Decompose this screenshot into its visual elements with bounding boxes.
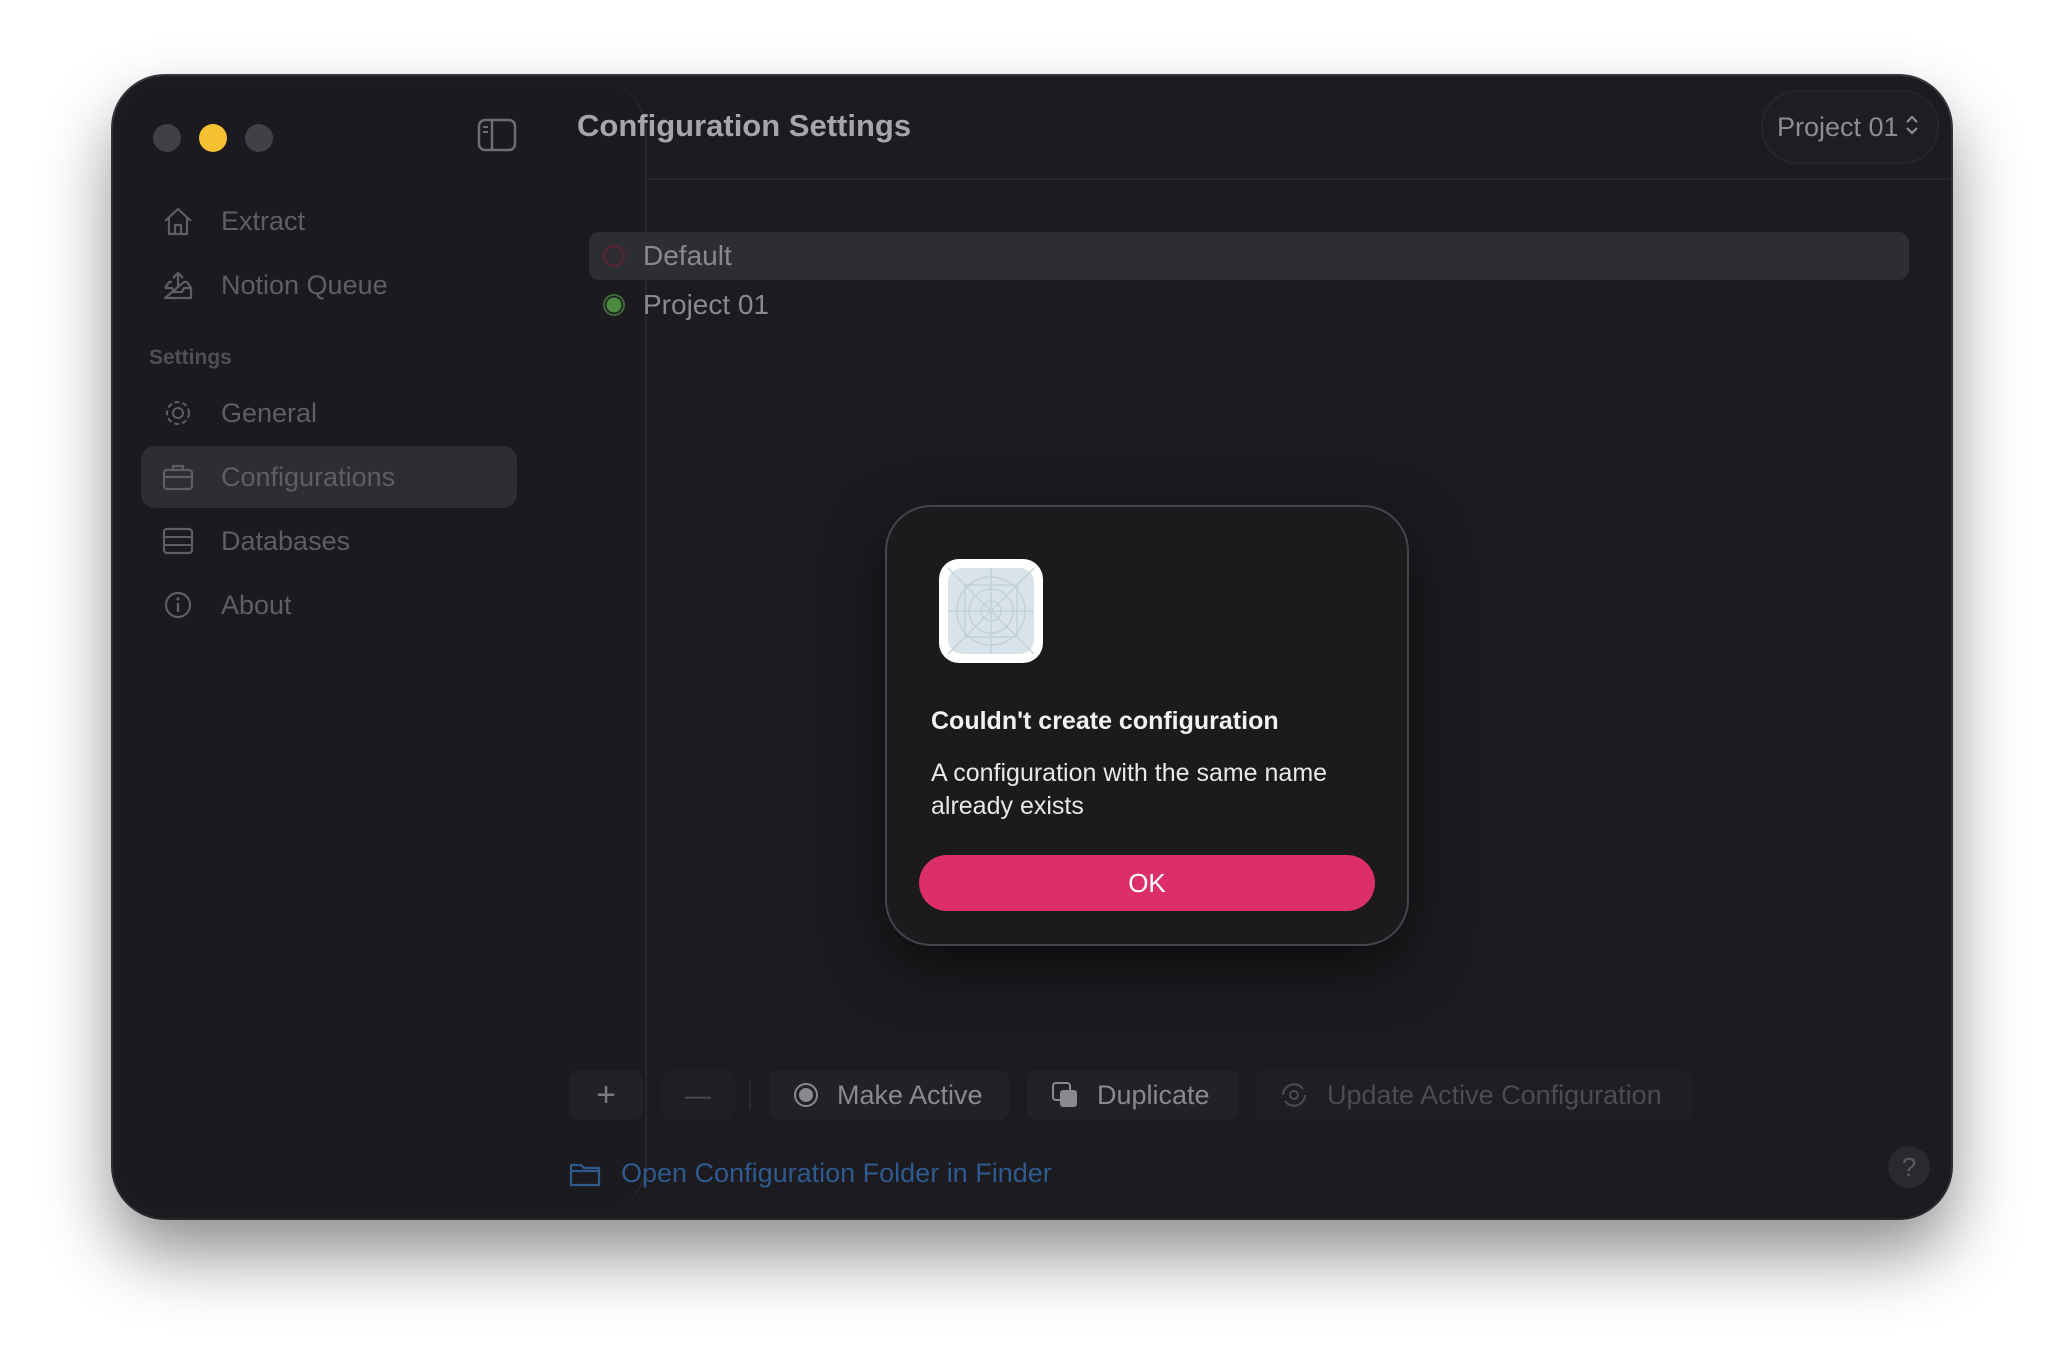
header-divider (647, 178, 1951, 180)
gear-icon (161, 396, 195, 430)
sidebar-toggle-icon[interactable] (477, 118, 517, 152)
config-row-project-01[interactable]: Project 01 (589, 281, 1909, 329)
sidebar-item-general[interactable]: General (141, 382, 517, 444)
close-window-button[interactable] (153, 124, 181, 152)
sidebar-item-configurations[interactable]: Configurations (141, 446, 517, 508)
sidebar-item-label: Configurations (221, 461, 396, 492)
config-name: Default (643, 240, 732, 271)
make-active-button[interactable]: Make Active (769, 1070, 1009, 1120)
config-name: Project 01 (643, 289, 770, 320)
dialog-title: Couldn't create configuration (931, 707, 1279, 735)
help-button[interactable]: ? (1888, 1146, 1930, 1188)
project-picker-label: Project 01 (1777, 111, 1899, 142)
briefcase-icon (161, 460, 195, 494)
duplicate-icon (1051, 1081, 1079, 1109)
duplicate-button[interactable]: Duplicate (1027, 1070, 1239, 1120)
app-window: Extract Notion Queue Settings General Co… (113, 76, 1951, 1218)
open-config-folder-link[interactable]: Open Configuration Folder in Finder (569, 1158, 1052, 1189)
project-picker[interactable]: Project 01 (1761, 90, 1939, 164)
minimize-window-button[interactable] (199, 124, 227, 152)
database-icon (161, 524, 195, 558)
radio-filled-icon (793, 1082, 819, 1108)
maximize-window-button[interactable] (245, 124, 273, 152)
app-icon (939, 559, 1043, 663)
info-icon (161, 588, 195, 622)
sidebar-section-settings: Settings (149, 346, 232, 369)
remove-config-button[interactable]: — (661, 1070, 735, 1120)
sidebar-item-about[interactable]: About (141, 574, 517, 636)
house-icon (161, 204, 195, 238)
folder-icon (569, 1161, 601, 1187)
sidebar-item-databases[interactable]: Databases (141, 510, 517, 572)
sidebar-item-extract[interactable]: Extract (141, 190, 517, 252)
page-title: Configuration Settings (577, 108, 912, 143)
tray-upload-icon (161, 268, 195, 302)
dialog-message: A configuration with the same name alrea… (931, 759, 1328, 820)
sidebar-item-label: Databases (221, 525, 351, 556)
sidebar-item-label: Extract (221, 205, 306, 236)
chevron-up-down-icon (1905, 112, 1919, 143)
config-row-default[interactable]: Default (589, 232, 1909, 280)
sync-icon (1279, 1081, 1309, 1109)
error-dialog: Couldn't create configuration A configur… (887, 507, 1407, 944)
add-config-button[interactable]: + (569, 1070, 643, 1120)
sidebar-item-label: About (221, 589, 292, 620)
sidebar: Extract Notion Queue Settings General Co… (121, 84, 647, 1210)
sidebar-item-label: General (221, 397, 318, 428)
inactive-radio-icon[interactable] (603, 245, 625, 267)
ok-button[interactable]: OK (919, 855, 1375, 911)
toolbar-separator (749, 1080, 751, 1110)
update-active-configuration-button[interactable]: Update Active Configuration (1255, 1070, 1693, 1120)
active-radio-icon[interactable] (603, 294, 625, 316)
sidebar-item-label: Notion Queue (221, 269, 388, 300)
sidebar-item-notion-queue[interactable]: Notion Queue (141, 254, 517, 316)
